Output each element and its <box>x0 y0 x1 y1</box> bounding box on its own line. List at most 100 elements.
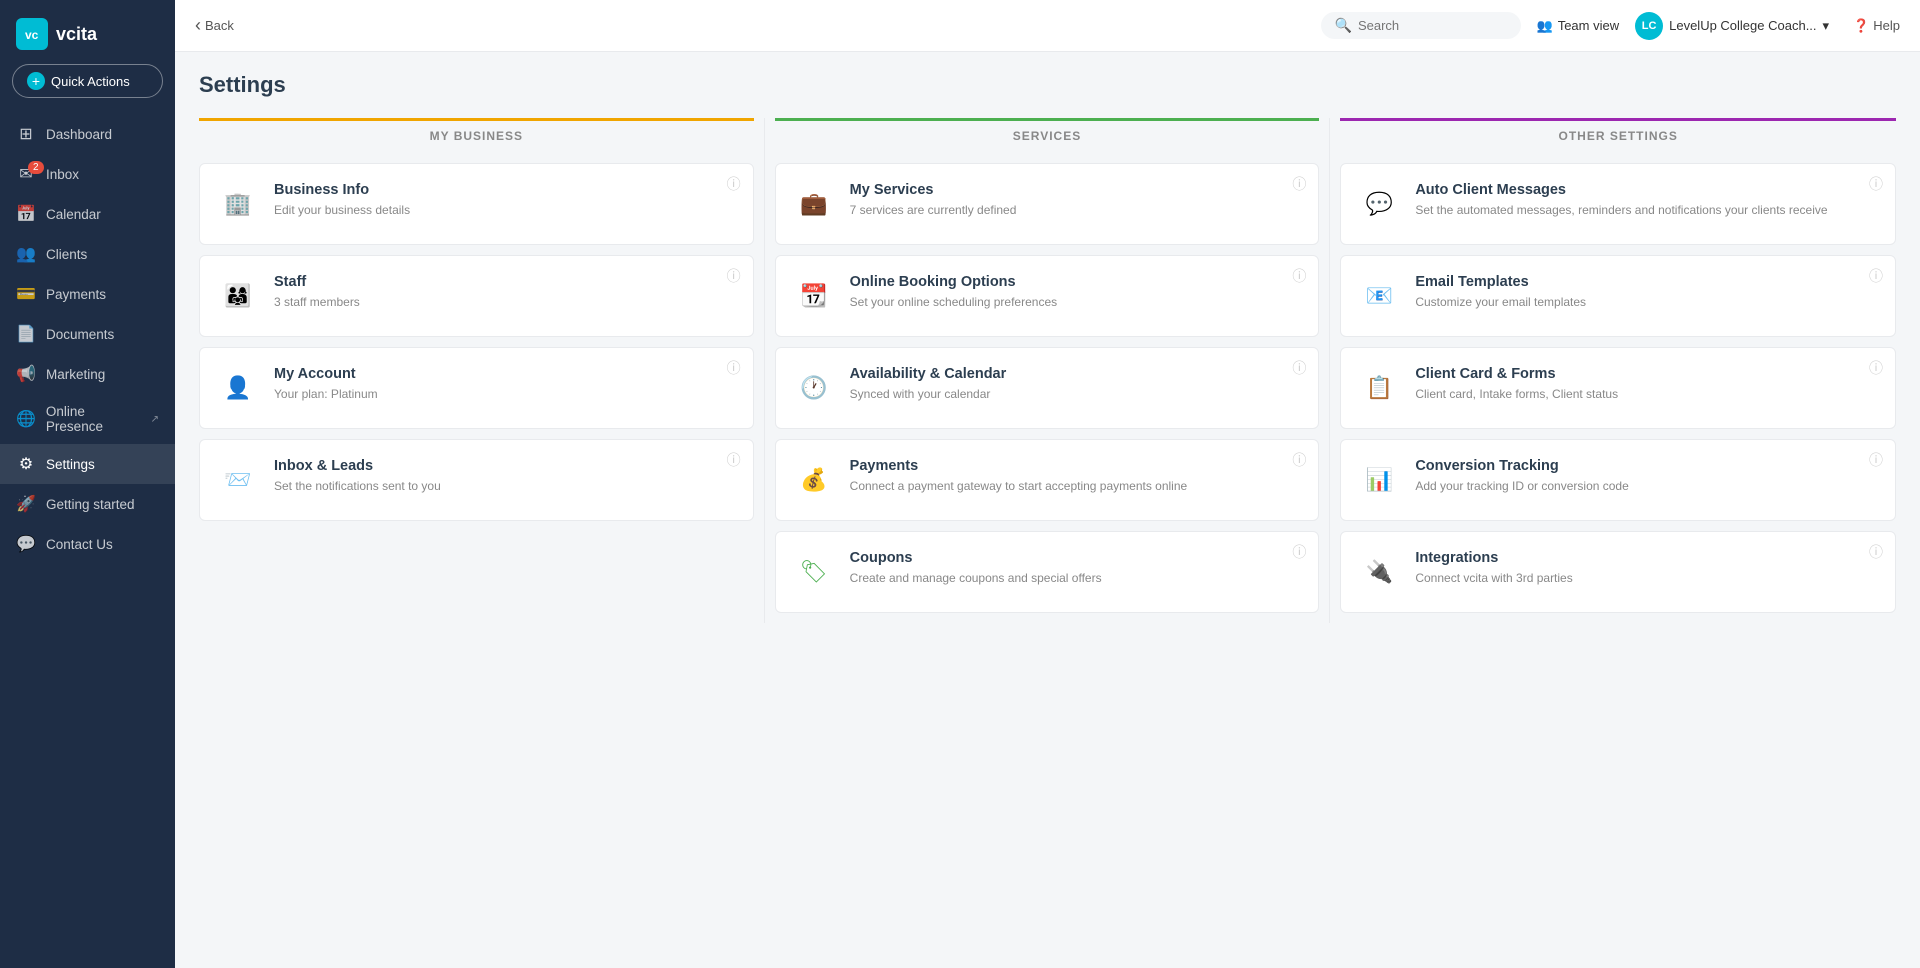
search-icon: 🔍 <box>1335 17 1352 34</box>
conversion-tracking-icon: 📊 <box>1357 458 1401 502</box>
sidebar-item-contact-us[interactable]: 💬 Contact Us <box>0 524 175 564</box>
client-card-forms-info-icon[interactable]: ⓘ <box>1869 358 1883 378</box>
sidebar-item-label: Marketing <box>46 367 105 382</box>
dashboard-icon: ⊞ <box>16 124 36 144</box>
card-integrations[interactable]: 🔌 Integrations Connect vcita with 3rd pa… <box>1340 531 1896 613</box>
help-icon: ❓ <box>1853 18 1869 34</box>
sidebar-item-payments[interactable]: 💳 Payments <box>0 274 175 314</box>
team-icon: 👥 <box>1537 18 1553 34</box>
search-input[interactable] <box>1358 18 1498 33</box>
auto-client-messages-info-icon[interactable]: ⓘ <box>1869 174 1883 194</box>
sidebar-item-label: Calendar <box>46 207 101 222</box>
external-icon: ↗ <box>151 414 159 425</box>
my-services-desc: 7 services are currently defined <box>850 202 1303 219</box>
topbar: Back 🔍 👥 Team view LC LevelUp College Co… <box>175 0 1920 52</box>
card-email-templates[interactable]: 📧 Email Templates Customize your email t… <box>1340 255 1896 337</box>
business-info-icon: 🏢 <box>216 182 260 226</box>
card-staff[interactable]: 👨‍👩‍👧 Staff 3 staff members ⓘ <box>199 255 754 337</box>
payments-info-icon[interactable]: ⓘ <box>1292 450 1306 470</box>
quick-actions-label: Quick Actions <box>51 74 130 89</box>
calendar-icon: 📅 <box>16 204 36 224</box>
back-button[interactable]: Back <box>195 15 234 36</box>
other-column: OTHER SETTINGS 💬 Auto Client Messages Se… <box>1330 118 1896 623</box>
sidebar-item-dashboard[interactable]: ⊞ Dashboard <box>0 114 175 154</box>
avatar-initials: LC <box>1642 20 1657 32</box>
auto-client-messages-title: Auto Client Messages <box>1415 182 1879 198</box>
inbox-leads-info-icon[interactable]: ⓘ <box>727 450 741 470</box>
staff-info-icon[interactable]: ⓘ <box>727 266 741 286</box>
sidebar-item-documents[interactable]: 📄 Documents <box>0 314 175 354</box>
sidebar-item-label: Dashboard <box>46 127 112 142</box>
sidebar-item-label: Payments <box>46 287 106 302</box>
online-booking-info-icon[interactable]: ⓘ <box>1292 266 1306 286</box>
staff-desc: 3 staff members <box>274 294 737 311</box>
coupons-desc: Create and manage coupons and special of… <box>850 570 1303 587</box>
card-inbox-leads[interactable]: 📨 Inbox & Leads Set the notifications se… <box>199 439 754 521</box>
sidebar-item-online-presence[interactable]: 🌐 Online Presence ↗ <box>0 394 175 444</box>
services-column: SERVICES 💼 My Services 7 services are cu… <box>765 118 1331 623</box>
clients-icon: 👥 <box>16 244 36 264</box>
page-title: Settings <box>199 72 1896 98</box>
client-card-forms-desc: Client card, Intake forms, Client status <box>1415 386 1879 403</box>
search-box: 🔍 <box>1321 12 1521 39</box>
user-menu[interactable]: LC LevelUp College Coach... ▾ <box>1635 12 1829 40</box>
card-payments[interactable]: 💰 Payments Connect a payment gateway to … <box>775 439 1320 521</box>
auto-client-messages-desc: Set the automated messages, reminders an… <box>1415 202 1879 219</box>
card-coupons[interactable]: 🏷 Coupons Create and manage coupons and … <box>775 531 1320 613</box>
business-info-info-icon[interactable]: ⓘ <box>727 174 741 194</box>
sidebar-item-getting-started[interactable]: 🚀 Getting started <box>0 484 175 524</box>
quick-actions-button[interactable]: + Quick Actions <box>12 64 163 98</box>
my-account-icon: 👤 <box>216 366 260 410</box>
card-client-card-forms[interactable]: 📋 Client Card & Forms Client card, Intak… <box>1340 347 1896 429</box>
card-my-services[interactable]: 💼 My Services 7 services are currently d… <box>775 163 1320 245</box>
card-business-info[interactable]: 🏢 Business Info Edit your business detai… <box>199 163 754 245</box>
email-templates-info-icon[interactable]: ⓘ <box>1869 266 1883 286</box>
integrations-info-icon[interactable]: ⓘ <box>1869 542 1883 562</box>
sidebar-nav: ⊞ Dashboard ✉ Inbox 2 📅 Calendar 👥 Clien… <box>0 114 175 968</box>
marketing-icon: 📢 <box>16 364 36 384</box>
client-card-forms-title: Client Card & Forms <box>1415 366 1879 382</box>
inbox-leads-title: Inbox & Leads <box>274 458 737 474</box>
client-card-forms-icon: 📋 <box>1357 366 1401 410</box>
card-auto-client-messages[interactable]: 💬 Auto Client Messages Set the automated… <box>1340 163 1896 245</box>
sidebar-item-label: Inbox <box>46 167 79 182</box>
card-conversion-tracking[interactable]: 📊 Conversion Tracking Add your tracking … <box>1340 439 1896 521</box>
online-booking-title: Online Booking Options <box>850 274 1303 290</box>
sidebar-item-inbox[interactable]: ✉ Inbox 2 <box>0 154 175 194</box>
sidebar-item-marketing[interactable]: 📢 Marketing <box>0 354 175 394</box>
card-online-booking[interactable]: 📆 Online Booking Options Set your online… <box>775 255 1320 337</box>
team-view-button[interactable]: 👥 Team view <box>1537 18 1620 34</box>
online-booking-icon: 📆 <box>792 274 836 318</box>
availability-calendar-info-icon[interactable]: ⓘ <box>1292 358 1306 378</box>
conversion-tracking-info-icon[interactable]: ⓘ <box>1869 450 1883 470</box>
sidebar-item-label: Contact Us <box>46 537 113 552</box>
my-account-desc: Your plan: Platinum <box>274 386 737 403</box>
main-area: Back 🔍 👥 Team view LC LevelUp College Co… <box>175 0 1920 968</box>
my-account-info-icon[interactable]: ⓘ <box>727 358 741 378</box>
sidebar-item-clients[interactable]: 👥 Clients <box>0 234 175 274</box>
plus-icon: + <box>27 72 45 90</box>
payments-title: Payments <box>850 458 1303 474</box>
inbox-leads-icon: 📨 <box>216 458 260 502</box>
my-services-info-icon[interactable]: ⓘ <box>1292 174 1306 194</box>
sidebar-item-calendar[interactable]: 📅 Calendar <box>0 194 175 234</box>
integrations-title: Integrations <box>1415 550 1879 566</box>
logo: vc vcita <box>0 0 175 64</box>
coupons-icon: 🏷 <box>792 550 836 594</box>
auto-client-messages-icon: 💬 <box>1357 182 1401 226</box>
integrations-desc: Connect vcita with 3rd parties <box>1415 570 1879 587</box>
my-business-column: MY BUSINESS 🏢 Business Info Edit your bu… <box>199 118 765 623</box>
coupons-info-icon[interactable]: ⓘ <box>1292 542 1306 562</box>
conversion-tracking-title: Conversion Tracking <box>1415 458 1879 474</box>
card-my-account[interactable]: 👤 My Account Your plan: Platinum ⓘ <box>199 347 754 429</box>
payments-icon: 💰 <box>792 458 836 502</box>
card-availability-calendar[interactable]: 🕐 Availability & Calendar Synced with yo… <box>775 347 1320 429</box>
my-services-icon: 💼 <box>792 182 836 226</box>
getting-started-icon: 🚀 <box>16 494 36 514</box>
sidebar-item-settings[interactable]: ⚙ Settings <box>0 444 175 484</box>
avatar: LC <box>1635 12 1663 40</box>
availability-calendar-icon: 🕐 <box>792 366 836 410</box>
help-button[interactable]: ❓ Help <box>1853 18 1900 34</box>
logo-text: vcita <box>56 24 97 45</box>
staff-title: Staff <box>274 274 737 290</box>
